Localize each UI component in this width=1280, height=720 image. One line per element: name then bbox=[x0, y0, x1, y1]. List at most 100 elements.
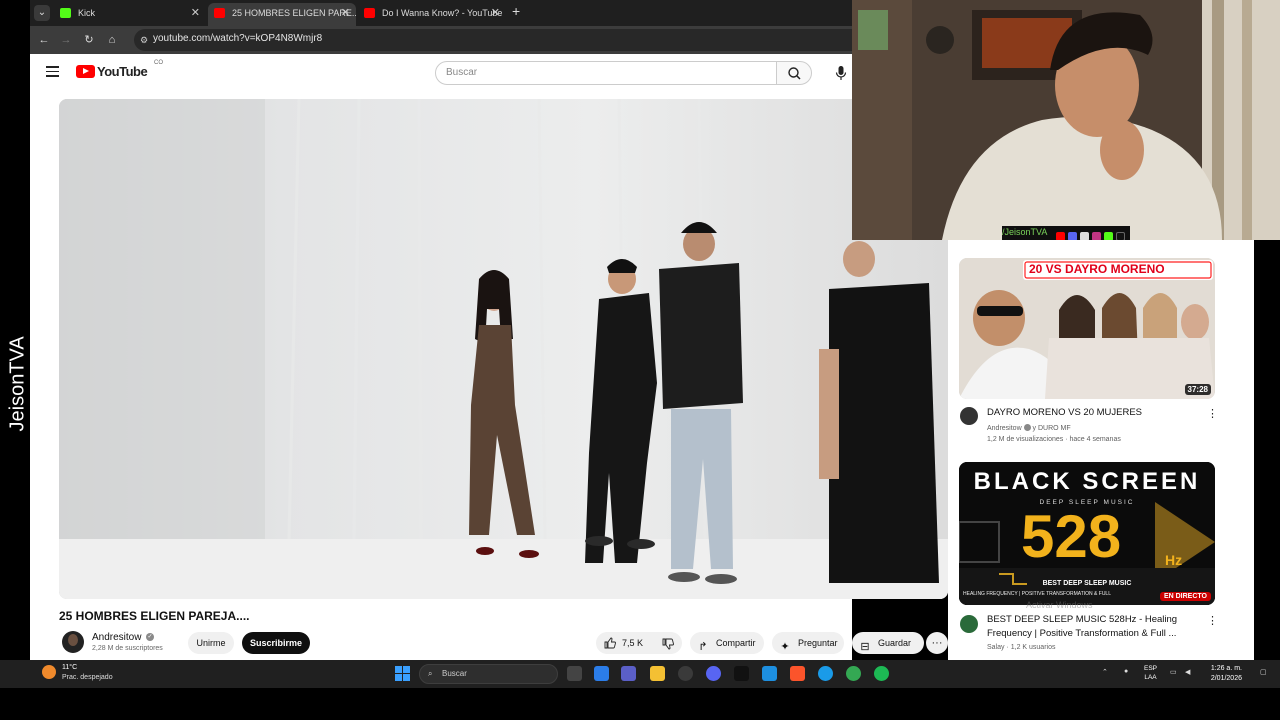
recommendation-meta: 1,2 M de visualizaciones · hace 4 semana… bbox=[987, 436, 1121, 443]
search-placeholder: Buscar bbox=[446, 67, 478, 78]
taskbar-search[interactable]: ⌕ Buscar bbox=[419, 664, 558, 684]
youtube-header: YouTube CO Buscar bbox=[30, 54, 852, 90]
clock-date: 2/01/2026 bbox=[1210, 675, 1242, 682]
thumbnail-banner-text: 20 VS DAYRO MORENO bbox=[1029, 262, 1165, 276]
tab-kick[interactable]: Kick ✕ bbox=[54, 3, 206, 26]
verified-icon bbox=[1023, 424, 1031, 431]
settings-icon[interactable] bbox=[678, 666, 693, 681]
dislike-icon[interactable] bbox=[662, 638, 674, 650]
recommendation-thumbnail[interactable]: BLACK SCREEN DEEP SLEEP MUSIC 528 Hz BES… bbox=[959, 462, 1215, 605]
channel-avatar[interactable] bbox=[960, 615, 978, 633]
voice-search-button[interactable] bbox=[830, 62, 852, 84]
copilot-icon[interactable] bbox=[594, 666, 609, 681]
recommendation-title-line2[interactable]: Frequency | Positive Transformation & Fu… bbox=[987, 628, 1176, 639]
site-info-icon[interactable]: ⚙ bbox=[140, 35, 150, 45]
share-button[interactable]: ↱ Compartir bbox=[690, 632, 764, 654]
address-bar[interactable]: ⚙ youtube.com/watch?v=kOP4N8Wmjr8 bbox=[134, 29, 852, 51]
windows-icon bbox=[395, 666, 410, 681]
back-icon[interactable]: ← bbox=[36, 32, 52, 48]
ask-label: Preguntar bbox=[798, 638, 838, 648]
search-input[interactable]: Buscar bbox=[435, 61, 777, 85]
spotify-icon[interactable] bbox=[874, 666, 889, 681]
country-code: CO bbox=[154, 60, 163, 66]
forward-icon[interactable]: → bbox=[58, 32, 74, 48]
home-icon[interactable]: ⌂ bbox=[104, 32, 120, 48]
chrome-icon[interactable] bbox=[846, 666, 861, 681]
obs-icon[interactable] bbox=[762, 666, 777, 681]
weather-icon[interactable] bbox=[42, 665, 56, 679]
channel-avatar[interactable] bbox=[62, 631, 84, 653]
start-button[interactable] bbox=[395, 666, 410, 681]
channel-avatar[interactable] bbox=[960, 407, 978, 425]
reload-icon[interactable]: ↻ bbox=[81, 32, 97, 48]
youtube-play-icon bbox=[76, 65, 95, 78]
tab-strip: ⌄ Kick ✕ 25 HOMBRES ELIGEN PARE... ✕ Do … bbox=[30, 0, 852, 26]
taskbar-search-label: Buscar bbox=[442, 669, 467, 678]
youtube-icon bbox=[1056, 232, 1065, 240]
close-icon[interactable]: ✕ bbox=[491, 3, 500, 23]
like-dislike-group: 7,5 K bbox=[596, 632, 682, 654]
tiktok-icon bbox=[1116, 232, 1125, 240]
video-title: 25 HOMBRES ELIGEN PAREJA.... bbox=[59, 609, 250, 623]
discord-icon bbox=[1068, 232, 1077, 240]
file-explorer-icon[interactable] bbox=[650, 666, 665, 681]
thumbnail-caption: BEST DEEP SLEEP MUSIC bbox=[1042, 580, 1132, 587]
channel-name[interactable]: Andresitow bbox=[92, 632, 141, 643]
channel-name[interactable]: Andresitow bbox=[987, 425, 1022, 432]
close-icon[interactable]: ✕ bbox=[341, 3, 350, 23]
video-player[interactable] bbox=[59, 99, 948, 599]
live-badge: EN DIRECTO bbox=[1159, 592, 1211, 601]
discord-icon[interactable] bbox=[706, 666, 721, 681]
clock-time: 1:26 a. m. bbox=[1210, 665, 1242, 672]
close-icon[interactable]: ✕ bbox=[191, 3, 200, 23]
subscribe-button[interactable]: Suscribirme bbox=[242, 632, 310, 654]
volume-icon[interactable]: ◀ bbox=[1185, 668, 1190, 676]
recommendation-channel: Andresitow y DURO MF bbox=[987, 424, 1071, 432]
more-icon: ··· bbox=[931, 637, 943, 649]
recommendation-title-line1[interactable]: BEST DEEP SLEEP MUSIC 528Hz - Healing bbox=[987, 614, 1177, 625]
streamer-watermark: JeisonTVA bbox=[6, 330, 30, 431]
edge-icon[interactable] bbox=[818, 666, 833, 681]
letterbox-bottom bbox=[0, 688, 1280, 720]
recommendation-meta: Salay · 1,2 K usuarios bbox=[987, 644, 1056, 651]
thumbnail-caption-2: HEALING FREQUENCY | POSITIVE TRANSFORMAT… bbox=[963, 591, 1111, 597]
task-view-icon[interactable] bbox=[567, 666, 582, 681]
teams-icon[interactable] bbox=[621, 666, 636, 681]
url-text: youtube.com/watch?v=kOP4N8Wmjr8 bbox=[153, 33, 323, 44]
language-indicator[interactable]: ESP LAA bbox=[1144, 664, 1157, 682]
keyboard-layout: LAA bbox=[1144, 674, 1157, 681]
x-icon bbox=[1080, 232, 1089, 240]
youtube-icon bbox=[214, 8, 225, 18]
join-button[interactable]: Unirme bbox=[188, 632, 234, 654]
sparkle-icon: ✦ bbox=[780, 641, 790, 653]
microphone-icon[interactable]: ● bbox=[1124, 668, 1128, 675]
bookmark-icon: ⊟ bbox=[860, 641, 870, 653]
network-icon[interactable]: ▭ bbox=[1170, 668, 1177, 676]
search-button[interactable] bbox=[776, 61, 812, 85]
tab-search-button[interactable]: ⌄ bbox=[34, 5, 50, 21]
share-label: Compartir bbox=[716, 638, 756, 648]
recommendation-thumbnail[interactable]: 20 VS DAYRO MORENO 37:28 bbox=[959, 258, 1215, 399]
brave-icon[interactable] bbox=[790, 666, 805, 681]
like-icon[interactable] bbox=[604, 637, 616, 649]
youtube-logo-text: YouTube bbox=[97, 64, 148, 79]
tray-overflow-icon[interactable]: ⌃ bbox=[1102, 668, 1108, 676]
tiktok-icon[interactable] bbox=[734, 666, 749, 681]
menu-icon[interactable] bbox=[46, 66, 59, 77]
share-icon: ↱ bbox=[698, 641, 708, 653]
tab-youtube-video[interactable]: 25 HOMBRES ELIGEN PARE... ✕ bbox=[208, 3, 356, 26]
collab-channel: y DURO MF bbox=[1032, 425, 1071, 432]
recommendation-title[interactable]: DAYRO MORENO VS 20 MUJERES bbox=[987, 407, 1142, 418]
more-icon[interactable]: ⋮ bbox=[1207, 615, 1218, 627]
browser-toolbar: ← → ↻ ⌂ ⚙ youtube.com/watch?v=kOP4N8Wmjr… bbox=[30, 26, 852, 54]
more-icon[interactable]: ⋮ bbox=[1207, 408, 1218, 420]
notification-icon[interactable]: ▢ bbox=[1260, 668, 1267, 676]
new-tab-button[interactable]: + bbox=[512, 3, 520, 19]
ask-button[interactable]: ✦ Preguntar bbox=[772, 632, 844, 654]
save-button[interactable]: ⊟ Guardar bbox=[852, 632, 924, 654]
more-actions-button[interactable]: ··· bbox=[926, 632, 948, 654]
weather-temperature: 11°C bbox=[62, 664, 78, 671]
system-clock[interactable]: 1:26 a. m. 2/01/2026 bbox=[1202, 664, 1242, 684]
tab-do-i-wanna-know[interactable]: Do I Wanna Know? - YouTube ✕ bbox=[358, 3, 506, 26]
kick-icon bbox=[60, 8, 71, 18]
